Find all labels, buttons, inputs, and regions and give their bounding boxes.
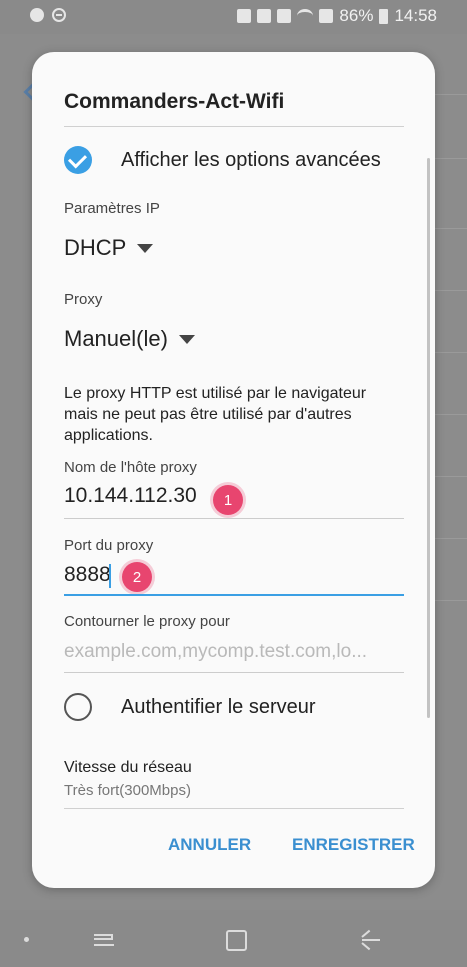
proxy-label: Proxy [64, 291, 103, 308]
advanced-options-checkbox-row[interactable]: Afficher les options avancées [64, 146, 381, 174]
wifi-network-dialog: Commanders-Act-Wifi Afficher les options… [32, 52, 435, 888]
bypass-proxy-label: Contourner le proxy pour [64, 613, 230, 630]
home-button[interactable] [226, 930, 247, 951]
nav-dot-icon [24, 937, 29, 942]
proxy-port-label: Port du proxy [64, 537, 154, 554]
do-not-disturb-icon [52, 8, 66, 22]
annotation-badge-1: 1 [213, 485, 243, 515]
alarm-icon [277, 9, 292, 23]
proxy-port-underline [64, 594, 404, 596]
battery-icon [379, 8, 389, 24]
scrollbar[interactable] [427, 158, 430, 718]
status-left-icons [30, 8, 66, 22]
proxy-host-input[interactable]: 10.144.112.30 [64, 484, 197, 508]
recent-apps-button[interactable] [94, 932, 114, 948]
notification-dot-icon [30, 8, 44, 22]
bypass-proxy-input[interactable]: example.com,mycomp.test.com,lo... [64, 641, 404, 663]
back-button[interactable] [361, 929, 380, 951]
proxy-value: Manuel(le) [64, 326, 168, 351]
save-button[interactable]: ENREGISTRER [292, 835, 415, 855]
screenshot-icon [237, 9, 252, 23]
ip-settings-value: DHCP [64, 235, 127, 260]
authenticate-server-row[interactable]: Authentifier le serveur [64, 693, 316, 721]
navigation-bar [0, 910, 467, 967]
proxy-host-underline [64, 518, 404, 519]
ip-settings-dropdown[interactable]: DHCP [64, 235, 154, 261]
advanced-options-label: Afficher les options avancées [121, 148, 381, 171]
dropdown-caret-icon [137, 243, 154, 253]
authenticate-server-label: Authentifier le serveur [121, 695, 316, 718]
bypass-proxy-underline [64, 672, 404, 673]
clock: 14:58 [394, 6, 437, 25]
dialog-title: Commanders-Act-Wifi [64, 90, 285, 113]
network-speed-label: Vitesse du réseau [64, 759, 192, 776]
status-bar: 86% 14:58 [0, 0, 467, 34]
wifi-icon [297, 9, 314, 23]
checkbox-checked-icon[interactable] [64, 146, 92, 174]
battery-percent: 86% [339, 6, 374, 25]
annotation-badge-2: 2 [122, 562, 152, 592]
ip-settings-label: Paramètres IP [64, 200, 160, 217]
title-divider [64, 126, 404, 127]
speed-divider [64, 808, 404, 809]
cancel-button[interactable]: ANNULER [168, 835, 251, 855]
proxy-info-text: Le proxy HTTP est utilisé par le navigat… [64, 385, 367, 444]
text-cursor [109, 564, 111, 588]
proxy-dropdown[interactable]: Manuel(le) [64, 326, 195, 352]
dropdown-caret-icon [178, 334, 195, 344]
proxy-port-input[interactable]: 8888 [64, 563, 111, 587]
signal-icon [319, 9, 334, 23]
radio-unchecked-icon[interactable] [64, 693, 92, 721]
proxy-host-label: Nom de l'hôte proxy [64, 459, 197, 476]
mute-icon [257, 9, 272, 23]
network-speed-value: Très fort(300Mbps) [64, 782, 191, 799]
status-right-icons: 86% 14:58 [237, 6, 437, 26]
